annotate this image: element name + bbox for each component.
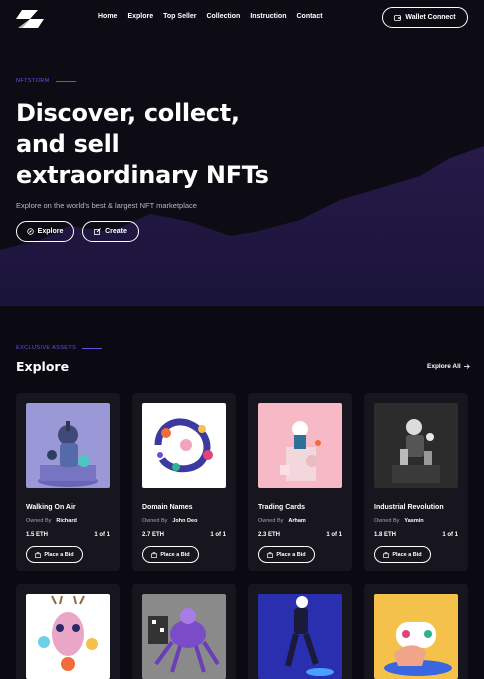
nft-artwork-walking-on-air xyxy=(26,403,110,488)
nft-artwork-industrial-revolution xyxy=(374,403,458,488)
arrow-right-icon xyxy=(463,364,470,369)
place-bid-button[interactable]: Place a Bid xyxy=(374,546,431,563)
nft-owner: Owned By Richard xyxy=(26,518,77,524)
nav-link-top-seller[interactable]: Top Seller xyxy=(163,13,196,20)
place-bid-label: Place a Bid xyxy=(160,551,190,558)
bag-icon xyxy=(151,551,158,558)
hero-subtitle: Explore on the world's best & largest NF… xyxy=(16,201,197,210)
section-title: Explore xyxy=(16,359,70,374)
nft-price: 1.5 ETH xyxy=(26,532,49,538)
nft-edition: 1 of 1 xyxy=(442,532,458,538)
nft-price: 1.8 ETH xyxy=(374,532,397,538)
bag-icon xyxy=(35,551,42,558)
hero-create-button[interactable]: Create xyxy=(82,221,139,242)
owner-name[interactable]: John Deo xyxy=(172,518,197,524)
wallet-icon xyxy=(394,14,402,21)
nav-link-collection[interactable]: Collection xyxy=(206,13,240,20)
explore-all-label: Explore All xyxy=(427,363,461,370)
place-bid-button[interactable]: Place a Bid xyxy=(26,546,83,563)
nft-owner: Owned By Yasmin xyxy=(374,518,424,524)
hero-create-label: Create xyxy=(105,228,127,235)
nft-image[interactable] xyxy=(26,594,110,679)
nft-artwork-dancer xyxy=(258,594,342,679)
nft-image[interactable] xyxy=(142,594,226,679)
hero-eyebrow: NFTSTORM xyxy=(16,78,76,84)
hero-title-line-1: Discover, collect, xyxy=(16,99,240,127)
section-eyebrow-text: EXCLUSIVE ASSETS xyxy=(16,345,77,351)
nft-artwork-spider xyxy=(142,594,226,679)
explore-all-link[interactable]: Explore All xyxy=(427,363,470,370)
nav-link-home[interactable]: Home xyxy=(98,13,117,20)
owner-name[interactable]: Arham xyxy=(288,518,305,524)
hero-section: Home Explore Top Seller Collection Instr… xyxy=(0,0,484,306)
hero-title-line-2: and sell xyxy=(16,130,120,158)
place-bid-label: Place a Bid xyxy=(276,551,306,558)
nft-artwork-controller xyxy=(374,594,458,679)
hero-explore-label: Explore xyxy=(37,228,64,235)
wallet-connect-button[interactable]: Wallet Connect xyxy=(382,7,468,28)
place-bid-label: Place a Bid xyxy=(44,551,74,558)
nft-edition: 1 of 1 xyxy=(326,532,342,538)
hero-buttons: Explore Create xyxy=(16,221,139,242)
nav-link-instruction[interactable]: Instruction xyxy=(250,13,286,20)
place-bid-button[interactable]: Place a Bid xyxy=(142,546,199,563)
nft-owner: Owned By John Deo xyxy=(142,518,197,524)
nft-image[interactable] xyxy=(142,403,226,488)
nft-card[interactable] xyxy=(248,584,352,679)
nft-edition: 1 of 1 xyxy=(210,532,226,538)
nft-card[interactable]: Domain Names Owned By John Deo 2.7 ETH 1 … xyxy=(132,393,236,571)
nft-title: Trading Cards xyxy=(258,504,306,511)
nft-title: Domain Names xyxy=(142,504,193,511)
wallet-connect-label: Wallet Connect xyxy=(405,14,456,21)
nft-image[interactable] xyxy=(258,594,342,679)
owned-by-label: Owned By xyxy=(374,518,400,524)
owned-by-label: Owned By xyxy=(142,518,168,524)
nft-image[interactable] xyxy=(374,403,458,488)
compass-icon xyxy=(26,228,34,235)
nft-image[interactable] xyxy=(374,594,458,679)
section-eyebrow: EXCLUSIVE ASSETS xyxy=(16,345,103,351)
owner-name[interactable]: Yasmin xyxy=(404,518,423,524)
nft-edition: 1 of 1 xyxy=(94,532,110,538)
eyebrow-line xyxy=(55,80,76,82)
bag-icon xyxy=(383,551,390,558)
place-bid-button[interactable]: Place a Bid xyxy=(258,546,315,563)
top-nav: Home Explore Top Seller Collection Instr… xyxy=(0,0,484,36)
nft-card[interactable] xyxy=(132,584,236,679)
owned-by-label: Owned By xyxy=(258,518,284,524)
nft-title: Walking On Air xyxy=(26,504,76,511)
logo[interactable] xyxy=(16,8,44,30)
owned-by-label: Owned By xyxy=(26,518,52,524)
nft-artwork-deer xyxy=(26,594,110,679)
nft-artwork-domain-names xyxy=(142,403,226,488)
place-bid-label: Place a Bid xyxy=(392,551,422,558)
nav-link-contact[interactable]: Contact xyxy=(296,13,322,20)
nft-price: 2.3 ETH xyxy=(258,532,281,538)
nft-artwork-trading-cards xyxy=(258,403,342,488)
nft-title: Industrial Revolution xyxy=(374,504,444,511)
hero-title-line-3: extraordinary NFTs xyxy=(16,161,269,189)
owner-name[interactable]: Richard xyxy=(56,518,76,524)
nft-image[interactable] xyxy=(258,403,342,488)
eyebrow-line xyxy=(82,347,103,349)
nft-image[interactable] xyxy=(26,403,110,488)
hero-explore-button[interactable]: Explore xyxy=(16,221,74,242)
nft-price: 2.7 ETH xyxy=(142,532,165,538)
nft-card[interactable]: Industrial Revolution Owned By Yasmin 1.8… xyxy=(364,393,468,571)
nft-card[interactable] xyxy=(364,584,468,679)
hero-eyebrow-text: NFTSTORM xyxy=(16,78,50,84)
nft-card[interactable]: Trading Cards Owned By Arham 2.3 ETH 1 of… xyxy=(248,393,352,571)
nav-links: Home Explore Top Seller Collection Instr… xyxy=(98,13,323,20)
nft-owner: Owned By Arham xyxy=(258,518,306,524)
nav-link-explore[interactable]: Explore xyxy=(127,13,153,20)
nft-card[interactable] xyxy=(16,584,120,679)
bag-icon xyxy=(267,551,274,558)
hero-title: Discover, collect, and sell extraordinar… xyxy=(16,98,336,191)
nft-card[interactable]: Walking On Air Owned By Richard 1.5 ETH 1… xyxy=(16,393,120,571)
edit-icon xyxy=(94,228,101,235)
